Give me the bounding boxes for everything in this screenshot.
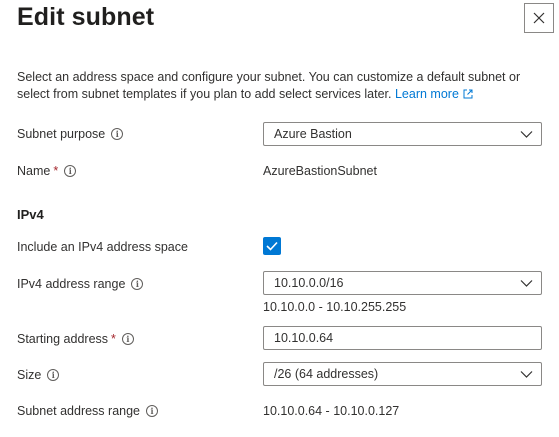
subnet-purpose-label-text: Subnet purpose (17, 127, 106, 141)
panel-description: Select an address space and configure yo… (17, 69, 547, 103)
learn-more-link[interactable]: Learn more (395, 87, 473, 101)
ipv4-range-label-text: IPv4 address range (17, 277, 126, 291)
close-icon (533, 12, 545, 24)
ipv4-section-heading: IPv4 (17, 207, 44, 222)
subnet-purpose-label: Subnet purpose i (17, 127, 124, 141)
chevron-down-icon (520, 131, 533, 138)
starting-address-value: 10.10.0.64 (274, 331, 334, 345)
subnet-address-range-label: Subnet address range i (17, 404, 159, 418)
info-icon[interactable]: i (111, 128, 124, 140)
info-icon[interactable]: i (47, 369, 60, 381)
info-icon[interactable]: i (131, 278, 144, 290)
starting-address-input[interactable]: 10.10.0.64 (263, 326, 542, 350)
starting-address-label-text: Starting address (17, 332, 109, 346)
size-dropdown[interactable]: /26 (64 addresses) (263, 362, 542, 386)
size-label: Size i (17, 368, 60, 382)
panel-title: Edit subnet (17, 3, 155, 31)
name-label: Name * i (17, 164, 77, 178)
checkmark-icon (266, 241, 278, 251)
chevron-down-icon (520, 280, 533, 287)
chevron-down-icon (520, 371, 533, 378)
subnet-address-range-value: 10.10.0.64 - 10.10.0.127 (263, 404, 400, 418)
size-label-text: Size (17, 368, 42, 382)
ipv4-range-value: 10.10.0.0/16 (274, 276, 344, 290)
subnet-purpose-dropdown[interactable]: Azure Bastion (263, 122, 542, 146)
ipv4-range-label: IPv4 address range i (17, 277, 144, 291)
name-value: AzureBastionSubnet (263, 164, 377, 178)
info-icon[interactable]: i (146, 405, 159, 417)
ipv4-range-hint: 10.10.0.0 - 10.10.255.255 (263, 300, 407, 314)
include-ipv4-label-text: Include an IPv4 address space (17, 240, 188, 254)
info-icon[interactable]: i (64, 165, 77, 177)
close-button[interactable] (524, 3, 554, 33)
learn-more-label: Learn more (394, 87, 459, 101)
include-ipv4-checkbox[interactable] (263, 237, 281, 255)
starting-address-label: Starting address * i (17, 332, 134, 346)
info-icon[interactable]: i (121, 333, 134, 345)
subnet-address-range-label-text: Subnet address range (17, 404, 141, 418)
external-link-icon (463, 89, 473, 99)
required-marker: * (53, 164, 59, 178)
required-marker: * (111, 332, 116, 346)
ipv4-range-dropdown[interactable]: 10.10.0.0/16 (263, 271, 542, 295)
subnet-purpose-value: Azure Bastion (274, 127, 352, 141)
include-ipv4-label: Include an IPv4 address space (17, 240, 188, 254)
size-value: /26 (64 addresses) (274, 367, 379, 381)
name-label-text: Name (17, 164, 51, 178)
